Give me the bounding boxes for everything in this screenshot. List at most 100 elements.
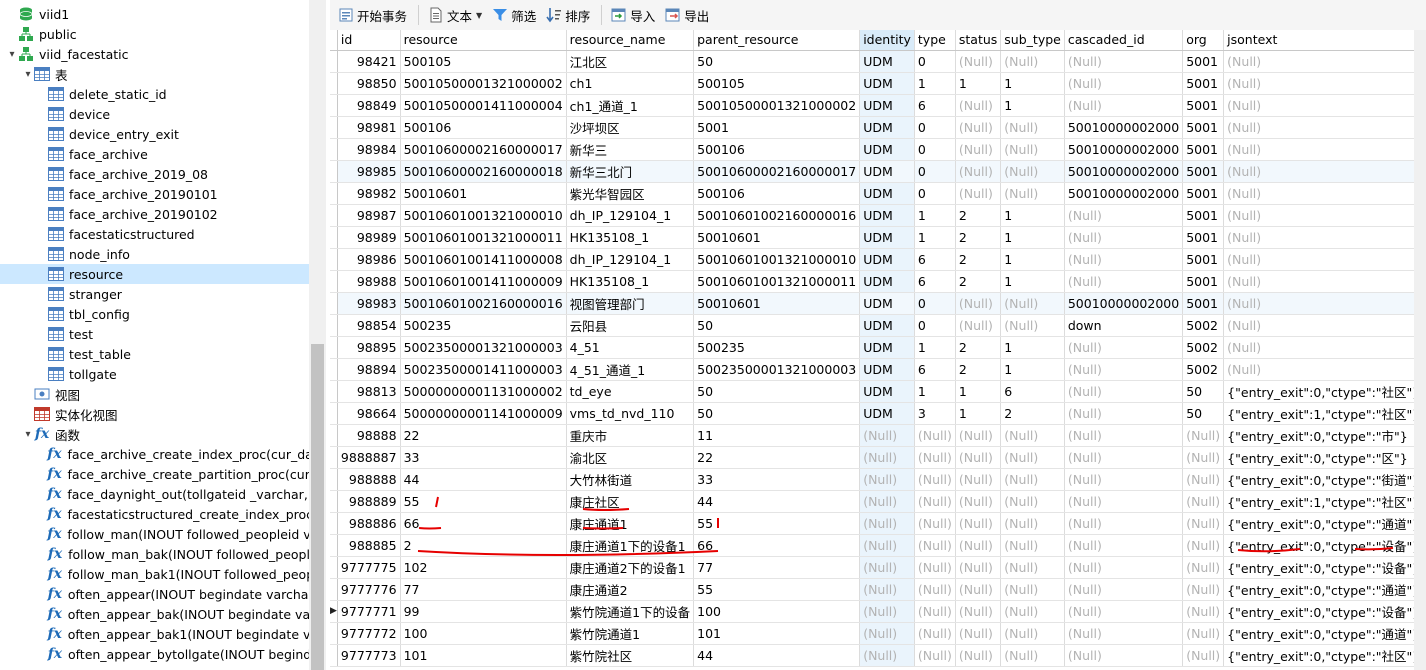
table-row[interactable]: 98981 500106 沙坪坝区 5001 UDM 0 (Null) (Null) 50010…: [330, 116, 1414, 139]
cell-resource-name[interactable]: 重庆市: [566, 424, 695, 447]
cell-sub-type[interactable]: (Null): [1000, 182, 1065, 205]
cell-parent-resource[interactable]: 50010601002160000016: [693, 204, 861, 227]
cell-status[interactable]: (Null): [955, 160, 1002, 183]
grid-scrollbar[interactable]: [1414, 30, 1426, 670]
cell-identity[interactable]: UDM: [859, 358, 915, 381]
cell-resource-name[interactable]: HK135108_1: [566, 270, 695, 293]
cell-parent-resource[interactable]: 50010601001321000011: [693, 270, 861, 293]
cell-identity[interactable]: UDM: [859, 402, 915, 425]
cell-sub-type[interactable]: 1: [1000, 270, 1065, 293]
cell-org[interactable]: (Null): [1182, 490, 1225, 513]
cell-id[interactable]: 98985: [337, 160, 401, 183]
column-header-identity[interactable]: identity: [859, 30, 915, 51]
cell-type[interactable]: 6: [914, 248, 956, 271]
cell-type[interactable]: 0: [914, 116, 956, 139]
import-button[interactable]: 导入: [607, 3, 659, 27]
cell-resource[interactable]: 50010500001321000002: [400, 72, 567, 95]
cell-resource[interactable]: 50000000001131000002: [400, 380, 567, 403]
cell-org[interactable]: 5001: [1182, 94, 1225, 117]
cell-parent-resource[interactable]: 66: [693, 534, 861, 557]
cell-cascaded-id[interactable]: (Null): [1064, 556, 1184, 579]
row-header[interactable]: [330, 358, 338, 381]
cell-identity[interactable]: (Null): [859, 600, 915, 623]
cell-sub-type[interactable]: (Null): [1000, 600, 1065, 623]
cell-sub-type[interactable]: (Null): [1000, 556, 1065, 579]
cell-parent-resource[interactable]: 50010500001321000002: [693, 94, 861, 117]
row-header[interactable]: [330, 336, 338, 359]
cell-type[interactable]: (Null): [914, 622, 956, 645]
cell-type[interactable]: 3: [914, 402, 956, 425]
table-row[interactable]: 98986 50010601001411000008 dh_IP_129104_1 5…: [330, 248, 1414, 271]
cell-type[interactable]: (Null): [914, 424, 956, 447]
cell-resource[interactable]: 102: [400, 556, 567, 579]
cell-parent-resource[interactable]: 101: [693, 622, 861, 645]
row-header[interactable]: [330, 468, 338, 491]
column-header-status[interactable]: status: [955, 30, 1002, 51]
cell-parent-resource[interactable]: 55: [693, 512, 861, 535]
cell-identity[interactable]: (Null): [859, 578, 915, 601]
tree-item[interactable]: fx face_archive_create_index_proc(cur_dat…: [0, 444, 309, 464]
chevron-down-icon[interactable]: ▾: [22, 429, 34, 440]
cell-jsontext[interactable]: (Null): [1223, 160, 1414, 183]
cell-org[interactable]: 5001: [1182, 204, 1225, 227]
row-header[interactable]: [330, 292, 338, 315]
cell-resource[interactable]: 22: [400, 424, 567, 447]
cell-parent-resource[interactable]: 50: [693, 50, 861, 73]
cell-resource-name[interactable]: 康庄通道1: [566, 512, 695, 535]
cell-id[interactable]: 9777772: [337, 622, 401, 645]
table-row[interactable]: 98421 500105 江北区 50 UDM 0 (Null) (Null) (Null) 50…: [330, 50, 1414, 73]
cell-cascaded-id[interactable]: (Null): [1064, 578, 1184, 601]
row-header[interactable]: [330, 72, 338, 95]
cell-jsontext[interactable]: (Null): [1223, 336, 1414, 359]
cell-type[interactable]: (Null): [914, 600, 956, 623]
tree-item[interactable]: fx face_daynight_out(tollgateid _varchar,…: [0, 484, 309, 504]
cell-org[interactable]: 5001: [1182, 270, 1225, 293]
cell-jsontext[interactable]: {"entry_exit":0,"ctype":"通道"}: [1223, 512, 1414, 535]
cell-sub-type[interactable]: 2: [1000, 402, 1065, 425]
cell-jsontext[interactable]: (Null): [1223, 72, 1414, 95]
row-header[interactable]: [330, 578, 338, 601]
cell-cascaded-id[interactable]: (Null): [1064, 534, 1184, 557]
cell-parent-resource[interactable]: 500105: [693, 72, 861, 95]
cell-sub-type[interactable]: 6: [1000, 380, 1065, 403]
cell-org[interactable]: 5001: [1182, 138, 1225, 161]
cell-cascaded-id[interactable]: (Null): [1064, 336, 1184, 359]
table-row[interactable]: 988885 2 康庄通道1下的设备1 66 (Null) (Null) (Null) (Nu…: [330, 534, 1414, 557]
chevron-down-icon[interactable]: ▾: [6, 49, 18, 60]
cell-jsontext[interactable]: {"entry_exit":0,"ctype":"社区"}: [1223, 380, 1414, 403]
cell-sub-type[interactable]: 1: [1000, 72, 1065, 95]
cell-id[interactable]: 988885: [337, 534, 401, 557]
cell-jsontext[interactable]: (Null): [1223, 358, 1414, 381]
cell-id[interactable]: 98987: [337, 204, 401, 227]
tree-item[interactable]: 视图: [0, 384, 309, 404]
cell-resource[interactable]: 500105: [400, 50, 567, 73]
cell-type[interactable]: 6: [914, 94, 956, 117]
row-header[interactable]: [330, 402, 338, 425]
column-header-type[interactable]: type: [914, 30, 956, 51]
cell-identity[interactable]: (Null): [859, 644, 915, 667]
cell-resource[interactable]: 33: [400, 446, 567, 469]
row-header[interactable]: ▶: [330, 600, 338, 623]
cell-status[interactable]: 2: [955, 248, 1002, 271]
cell-resource-name[interactable]: vms_td_nvd_110: [566, 402, 695, 425]
cell-type[interactable]: 6: [914, 358, 956, 381]
begin-transaction-button[interactable]: 开始事务: [334, 3, 411, 27]
cell-type[interactable]: (Null): [914, 512, 956, 535]
cell-id[interactable]: 98849: [337, 94, 401, 117]
cell-identity[interactable]: (Null): [859, 424, 915, 447]
cell-identity[interactable]: (Null): [859, 534, 915, 557]
cell-sub-type[interactable]: (Null): [1000, 468, 1065, 491]
cell-identity[interactable]: UDM: [859, 138, 915, 161]
cell-org[interactable]: 5001: [1182, 160, 1225, 183]
cell-jsontext[interactable]: {"entry_exit":1,"ctype":"社区"}: [1223, 402, 1414, 425]
cell-jsontext[interactable]: (Null): [1223, 292, 1414, 315]
tree-item[interactable]: public: [0, 24, 309, 44]
text-view-button[interactable]: 文本 ▼: [424, 3, 486, 27]
cell-id[interactable]: 9888887: [337, 446, 401, 469]
tree-item[interactable]: device: [0, 104, 309, 124]
cell-resource-name[interactable]: td_eye: [566, 380, 695, 403]
cell-resource[interactable]: 500106: [400, 116, 567, 139]
cell-parent-resource[interactable]: 33: [693, 468, 861, 491]
cell-identity[interactable]: UDM: [859, 50, 915, 73]
cell-identity[interactable]: UDM: [859, 94, 915, 117]
